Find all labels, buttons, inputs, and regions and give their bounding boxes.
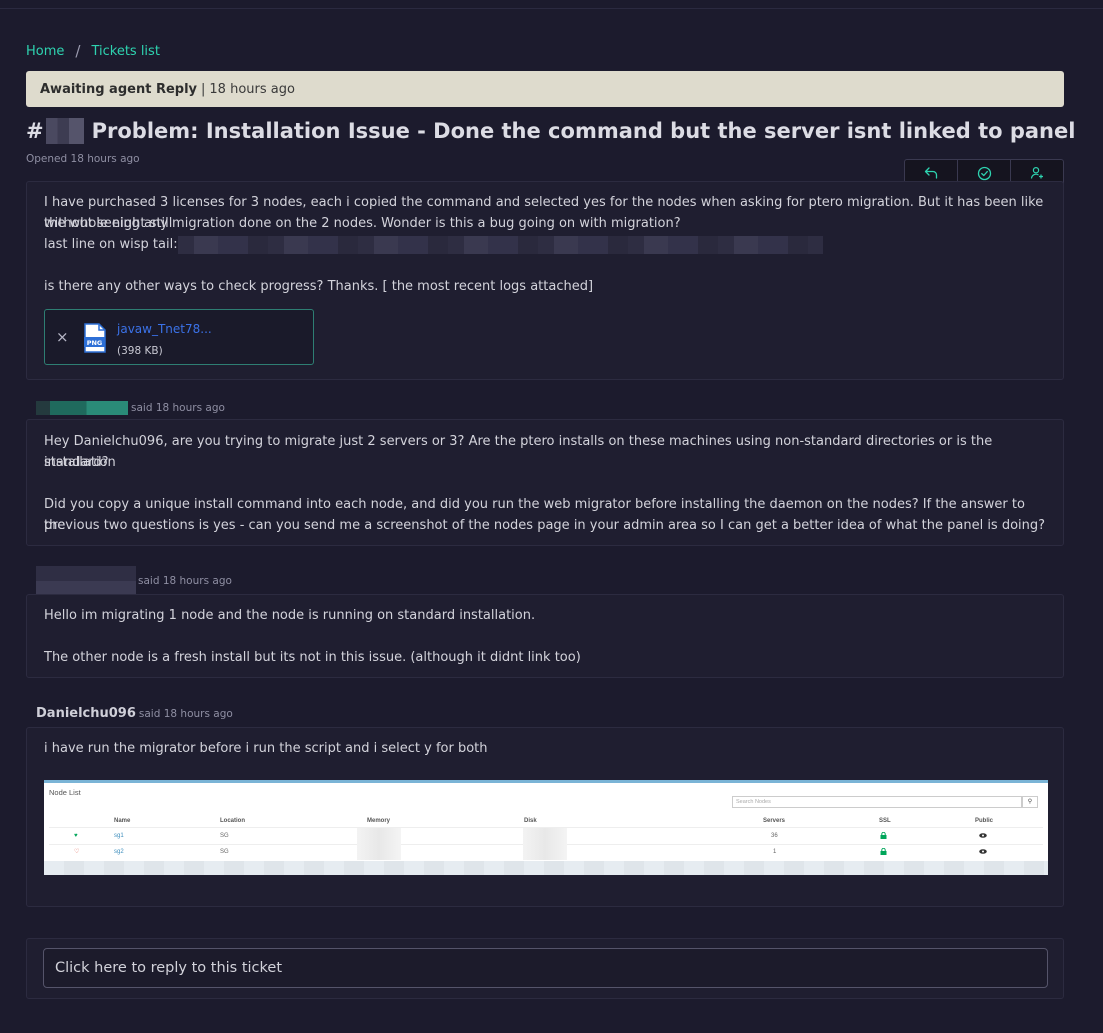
redacted-disk (523, 828, 567, 860)
column-header-name: Name (114, 818, 131, 824)
png-file-icon: PNG (84, 323, 106, 353)
breadcrumb-tickets-link[interactable]: Tickets list (91, 44, 159, 59)
screenshot-footer (44, 861, 1048, 875)
reply-container (26, 938, 1064, 999)
heart-outline-icon: ♡ (74, 849, 80, 855)
post-text-line-3: last line on wisp tail: (27, 234, 840, 255)
reply-text: The other node is a fresh install but it… (44, 650, 581, 665)
eye-icon (979, 849, 987, 854)
reply-time: said 18 hours ago (138, 707, 233, 720)
node-location: SG (220, 833, 229, 839)
eye-icon (979, 833, 987, 838)
ticket-title-text: Problem: Installation Issue - Done the c… (91, 119, 1076, 143)
redacted-memory (357, 828, 401, 860)
node-list-screenshot[interactable]: Node List Search Nodes ⚲ Name Location M… (44, 780, 1048, 875)
reply-author-line: said 18 hours ago (36, 566, 232, 596)
breadcrumb-home-link[interactable]: Home (26, 44, 64, 59)
reply-text: previous two questions is yes - can you … (44, 518, 1046, 533)
ticket-hash: # (26, 119, 44, 143)
column-header-ssl: SSL (879, 818, 891, 824)
reply-text: Hey Danielchu096, are you trying to migr… (44, 434, 993, 470)
close-icon[interactable]: × (56, 327, 69, 348)
reply-author-line: said 18 hours ago (36, 401, 225, 415)
reply-text: standard? (44, 455, 109, 470)
magnifier-icon: ⚲ (1022, 796, 1038, 808)
node-name: sg2 (114, 849, 124, 855)
status-separator: | (201, 81, 206, 97)
redacted-author-name (36, 401, 128, 415)
reply-time: said 18 hours ago (138, 575, 232, 587)
ticket-status-bar: Awaiting agent Reply | 18 hours ago (26, 71, 1064, 107)
lock-icon (880, 848, 887, 855)
top-bar (0, 0, 1103, 9)
redacted-author-name (36, 566, 136, 596)
node-list-title: Node List (49, 788, 81, 797)
wisp-tail-label: last line on wisp tail: (44, 237, 178, 252)
ticket-opened-time: Opened 18 hours ago (26, 153, 140, 165)
original-post-card: I have purchased 3 licenses for 3 nodes,… (26, 181, 1064, 380)
ticket-status-time: 18 hours ago (209, 81, 295, 97)
reply-text: Hello im migrating 1 node and the node i… (44, 608, 536, 623)
reply-card: Hello im migrating 1 node and the node i… (26, 594, 1064, 678)
reply-author-line: Danielchu096 said 18 hours ago (36, 706, 233, 721)
redacted-log-line (177, 235, 823, 254)
reply-card: i have run the migrator before i run the… (26, 727, 1064, 907)
node-search-input: Search Nodes (732, 796, 1022, 808)
breadcrumb: Home / Tickets list (26, 42, 160, 60)
column-header-location: Location (220, 818, 245, 824)
reply-time: said 18 hours ago (131, 402, 225, 414)
check-circle-icon (977, 166, 991, 180)
column-header-public: Public (975, 818, 994, 824)
column-header-memory: Memory (367, 818, 391, 824)
post-text-line-4: is there any other ways to check progres… (44, 279, 594, 294)
node-servers: 36 (771, 833, 778, 839)
attachment-filename-link[interactable]: javaw_Tnet78... (117, 319, 212, 340)
breadcrumb-separator: / (75, 42, 81, 60)
post-text-line-2: without seeing any migration done on the… (44, 216, 681, 231)
node-location: SG (220, 849, 229, 855)
reply-input[interactable] (43, 948, 1048, 988)
redacted-ticket-number (45, 118, 84, 144)
column-header-servers: Servers (763, 818, 786, 824)
ticket-status-label: Awaiting agent Reply (40, 81, 198, 97)
ticket-title: # Problem: Installation Issue - Done the… (26, 115, 1075, 147)
user-plus-icon (1030, 166, 1043, 179)
svg-text:PNG: PNG (87, 339, 103, 347)
column-header-disk: Disk (524, 818, 537, 824)
reply-text: i have run the migrator before i run the… (44, 741, 488, 756)
heart-icon: ♥ (74, 833, 78, 839)
attachment-card[interactable]: × PNG javaw_Tnet78... (398 KB) (44, 309, 314, 365)
lock-icon (880, 832, 887, 839)
reply-author-name: Danielchu096 (36, 706, 136, 721)
node-servers: 1 (773, 849, 777, 855)
node-name: sg1 (114, 833, 124, 839)
attachment-filesize: (398 KB) (117, 345, 163, 357)
reply-icon (924, 167, 938, 179)
reply-card: Hey Danielchu096, are you trying to migr… (26, 419, 1064, 546)
